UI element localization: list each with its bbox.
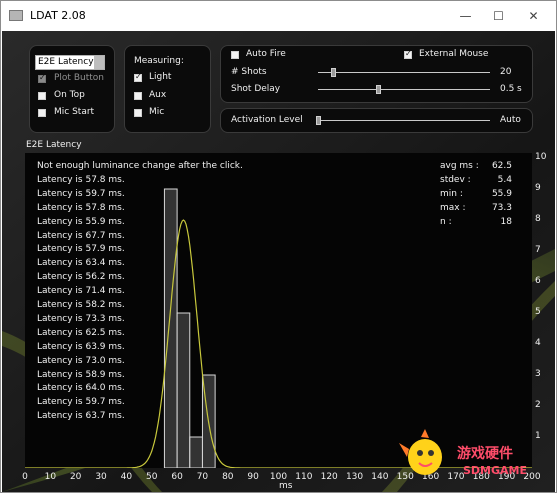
light-label[interactable]: Light [149,72,171,82]
y-tick-label: 4 [535,338,541,348]
stat-value: 18 [500,216,512,227]
latency-log-line: Latency is 63.7 ms. [37,411,125,422]
latency-log-line: Latency is 62.5 ms. [37,327,125,338]
mic-checkbox[interactable] [134,109,142,117]
latency-log-line: Latency is 64.0 ms. [37,383,125,394]
latency-log-line: Latency is 63.9 ms. [37,341,125,352]
y-tick-label: 10 [535,152,547,162]
shot-delay-unit: s [517,84,522,94]
y-tick-label: 7 [535,245,541,255]
activation-slider-track[interactable] [316,120,490,121]
histogram-bar [189,436,203,468]
y-tick-label: 6 [535,276,541,286]
shots-slider-thumb[interactable] [331,68,337,77]
shots-label: # Shots [231,67,267,77]
mic-label[interactable]: Mic [149,107,164,117]
latency-log-line: Latency is 56.2 ms. [37,272,125,283]
y-tick-label: 8 [535,214,541,224]
stat-value: 55.9 [491,188,512,199]
mic-start-checkbox[interactable] [38,109,46,117]
shots-slider-track[interactable] [318,72,490,73]
latency-log-line: Latency is 58.2 ms. [37,300,125,310]
on-top-label[interactable]: On Top [54,90,85,100]
client-area: E2E Latency Plot Button On Top Mic Start… [2,31,555,492]
mode-select-value: E2E Latency [38,57,94,67]
close-button[interactable]: ✕ [511,1,556,31]
latency-log-line: Latency is 55.9 ms. [37,216,125,227]
shot-delay-slider-thumb[interactable] [376,85,382,94]
x-axis-label: ms [279,481,293,491]
y-tick-label: 2 [535,400,541,410]
watermark-logo [399,429,442,475]
latency-log-line: Latency is 59.7 ms. [37,397,125,408]
latency-log-line: Latency is 59.7 ms. [37,188,125,199]
stat-label: n : [440,216,452,227]
stat-value: 73.3 [491,202,512,213]
mode-select[interactable]: E2E Latency [35,55,105,70]
histogram-bar [176,312,191,468]
latency-log-line: Latency is 63.4 ms. [37,258,125,269]
title-bar[interactable]: LDAT 2.08 — ☐ ✕ [1,1,556,31]
mic-start-label[interactable]: Mic Start [54,107,94,117]
light-checkbox[interactable] [134,72,142,82]
latency-log-line: Latency is 67.7 ms. [37,230,125,241]
measuring-heading: Measuring: [134,56,184,66]
shot-delay-label: Shot Delay [231,84,281,94]
latency-log-line: Latency is 57.9 ms. [37,244,125,255]
plot-button-checkbox [38,73,46,83]
activation-level-label: Activation Level [231,115,303,125]
watermark-subtext: SDMGAME [463,464,528,477]
external-mouse-checkbox[interactable] [404,49,412,59]
y-tick-label: 9 [535,183,541,193]
app-window: LDAT 2.08 — ☐ ✕ E2E Latency ✓ Plot Butto… [0,0,557,493]
plot-title: E2E Latency [26,140,82,150]
latency-log-line: Latency is 57.8 ms. [37,202,125,213]
latency-log-line: Latency is 57.8 ms. [37,174,125,185]
watermark-text: 游戏硬件 [457,446,513,462]
app-icon [9,10,23,21]
y-tick-label: 3 [535,369,541,379]
log-message: Not enough luminance change after the cl… [37,161,243,171]
latency-log-line: Latency is 58.9 ms. [37,369,125,380]
aux-checkbox[interactable] [134,92,142,100]
shot-delay-slider-track[interactable] [318,89,490,90]
shots-value: 20 [500,67,512,77]
stat-value: 5.4 [497,174,512,185]
on-top-checkbox[interactable] [38,92,46,100]
window-title: LDAT 2.08 [30,9,86,22]
dropdown-arrow-icon[interactable] [94,56,104,69]
activation-level-value: Auto [500,115,521,125]
latency-log-line: Latency is 71.4 ms. [37,286,125,297]
external-mouse-label[interactable]: External Mouse [419,49,488,59]
y-tick-label: 5 [535,307,541,317]
auto-fire-label[interactable]: Auto Fire [246,49,286,59]
aux-label[interactable]: Aux [149,90,166,100]
auto-fire-checkbox[interactable] [231,51,239,59]
y-tick-label: 1 [535,431,541,441]
histogram-bar [163,188,178,468]
latency-log-line: Latency is 73.0 ms. [37,355,125,366]
shot-delay-value: 0.5 [500,84,515,94]
plot-button-label: Plot Button [54,73,104,83]
activation-slider-thumb[interactable] [316,116,321,125]
latency-log-line: Latency is 73.3 ms. [37,313,125,324]
stat-value: 62.5 [491,161,512,171]
